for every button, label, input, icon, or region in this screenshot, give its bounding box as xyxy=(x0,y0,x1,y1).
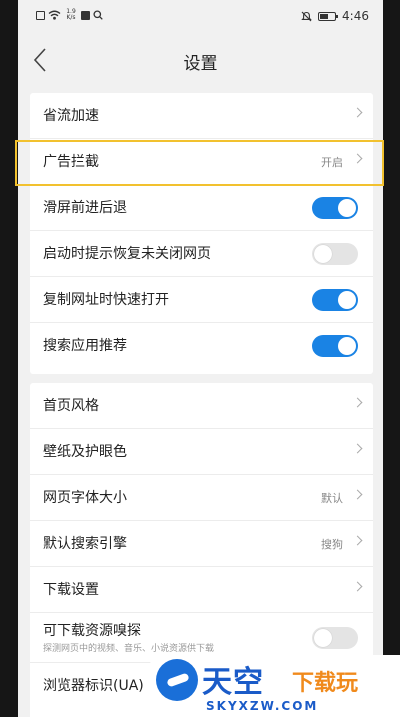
swipe-navigation-toggle[interactable] xyxy=(312,197,358,219)
chevron-right-icon xyxy=(352,489,363,500)
row-wallpaper[interactable]: 壁纸及护眼色 xyxy=(30,429,373,475)
row-value: 默认 xyxy=(321,492,343,505)
app-recommend-toggle[interactable] xyxy=(312,335,358,357)
row-traffic-saving[interactable]: 省流加速 xyxy=(30,93,373,139)
airplane-logo-icon xyxy=(156,659,198,701)
row-value: 开启 xyxy=(321,156,343,169)
chevron-right-icon xyxy=(352,535,363,546)
mute-icon xyxy=(301,11,312,21)
search-notification-icon xyxy=(93,10,103,20)
chevron-right-icon xyxy=(352,107,363,118)
row-label: 省流加速 xyxy=(43,108,99,124)
row-label: 下载设置 xyxy=(43,582,99,598)
site-watermark: 天空 下载玩 SKYXZW.COM xyxy=(150,655,400,717)
row-label: 浏览器标识(UA) xyxy=(43,678,144,694)
watermark-url: SKYXZW.COM xyxy=(206,699,319,713)
row-ad-block[interactable]: 广告拦截 开启 xyxy=(30,139,373,185)
row-home-style[interactable]: 首页风格 xyxy=(30,383,373,429)
row-label: 复制网址时快速打开 xyxy=(43,292,169,308)
status-time: 4:46 xyxy=(342,9,369,23)
row-label: 壁纸及护眼色 xyxy=(43,444,127,460)
row-search-engine[interactable]: 默认搜索引擎 搜狗 xyxy=(30,521,373,567)
restore-pages-toggle[interactable] xyxy=(312,243,358,265)
quick-open-url-toggle[interactable] xyxy=(312,289,358,311)
settings-group-browsing: 省流加速 广告拦截 开启 滑屏前进后退 启动时提示恢复未关闭网页 复制网址时快速… xyxy=(30,93,373,374)
row-description: 探测网页中的视频、音乐、小说资源供下载 xyxy=(43,644,215,654)
row-label: 搜索应用推荐 xyxy=(43,338,127,354)
row-label: 可下载资源嗅探 xyxy=(43,623,141,639)
watermark-text-main: 天空 xyxy=(202,665,264,700)
chevron-right-icon xyxy=(352,153,363,164)
resource-sniff-toggle[interactable] xyxy=(312,627,358,649)
notification-icon xyxy=(81,10,90,20)
chevron-right-icon xyxy=(352,443,363,454)
settings-screen: 1.9 K/s 4:46 设置 省流加速 广告拦截 开启 滑屏前进后退 启动时提… xyxy=(18,0,383,717)
wifi-icon xyxy=(48,10,61,20)
row-swipe-navigation: 滑屏前进后退 xyxy=(30,185,373,231)
status-bar: 1.9 K/s 4:46 xyxy=(18,0,383,34)
row-value: 搜狗 xyxy=(321,538,343,551)
row-app-recommend: 搜索应用推荐 xyxy=(30,323,373,369)
header: 设置 xyxy=(18,34,383,86)
row-restore-pages: 启动时提示恢复未关闭网页 xyxy=(30,231,373,277)
battery-icon xyxy=(318,11,339,21)
row-label: 默认搜索引擎 xyxy=(43,536,127,552)
row-label: 首页风格 xyxy=(43,398,99,414)
sim-icon xyxy=(36,10,45,20)
network-speed: 1.9 K/s xyxy=(66,8,76,21)
row-download-settings[interactable]: 下载设置 xyxy=(30,567,373,613)
watermark-text-accent: 下载玩 xyxy=(292,671,359,696)
row-font-size[interactable]: 网页字体大小 默认 xyxy=(30,475,373,521)
row-label: 广告拦截 xyxy=(43,154,99,170)
row-label: 滑屏前进后退 xyxy=(43,200,127,216)
row-label: 启动时提示恢复未关闭网页 xyxy=(43,246,211,262)
chevron-right-icon xyxy=(352,581,363,592)
page-title: 设置 xyxy=(183,54,218,74)
row-quick-open-url: 复制网址时快速打开 xyxy=(30,277,373,323)
chevron-right-icon xyxy=(352,397,363,408)
row-label: 网页字体大小 xyxy=(43,490,127,506)
